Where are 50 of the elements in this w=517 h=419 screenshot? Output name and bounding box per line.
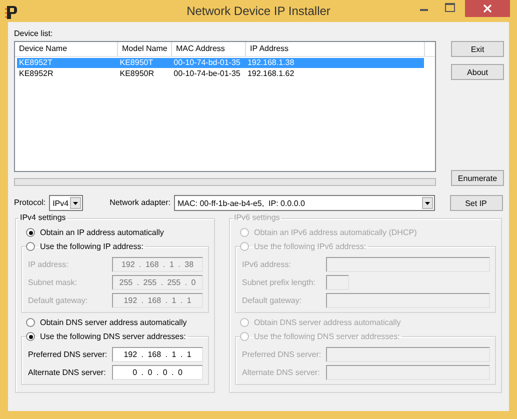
radio-button[interactable]: Use the following DNS server addresses: — [26, 331, 186, 342]
column-header[interactable]: Device Name — [15, 42, 118, 56]
adapter-dropdown[interactable]: MAC: 00-ff-1b-ae-b4-e5, IP: 0.0.0.0 — [174, 195, 434, 211]
group-title: IPv6 settings — [234, 213, 280, 222]
field-label: Network adapter: — [110, 197, 170, 209]
radio-circle[interactable] — [26, 228, 35, 237]
radio-button[interactable]: Obtain DNS server address automatically — [26, 317, 187, 328]
field-label: IP address: — [28, 260, 70, 268]
ip-field[interactable]: 0 . 0 . 0 . 0 — [112, 364, 203, 380]
column-header[interactable]: IP Address — [246, 42, 425, 56]
device-list[interactable]: Device Name Model Name MAC Address IP Address KE8952T KE8950T 00-10-74-bd-01-35 192.168.1.38 KE8952R KE8950R 00-10-74-be-01-35 192.168.1.62 — [14, 41, 436, 172]
button[interactable]: Exit — [451, 41, 504, 57]
field-label: Preferred DNS server: — [28, 350, 108, 358]
field-label: Alternate DNS server: — [28, 368, 107, 376]
radio-circle[interactable] — [26, 332, 35, 341]
field-label: Subnet mask: — [28, 278, 78, 286]
field-label: Default gateway: — [242, 296, 303, 304]
protocol-dropdown[interactable]: IPv4 — [48, 195, 83, 211]
field-label: Protocol: — [14, 197, 46, 209]
column-header[interactable]: Model Name — [118, 42, 172, 56]
set-ip-button[interactable]: Set IP — [450, 195, 502, 211]
table-cell-text: 192.168.1.38 — [246, 58, 296, 68]
table-row[interactable]: KE8952R KE8950R 00-10-74-be-01-35 192.168.1.62 — [17, 69, 424, 79]
field-label: Subnet prefix length: — [242, 278, 316, 286]
caret-icon — [72, 202, 78, 204]
close-button[interactable] — [465, 0, 510, 17]
caret-icon — [424, 202, 430, 204]
list-label: Device list: — [14, 28, 54, 40]
app-icon — [5, 5, 18, 19]
table-cell-text: KE8952T — [18, 58, 54, 68]
group-title: IPv4 settings — [20, 213, 66, 222]
field-label: Default gateway: — [28, 296, 89, 304]
table-cell-text: KE8952R — [18, 69, 54, 79]
radio-circle[interactable] — [26, 318, 35, 327]
table-cell-text: 00-10-74-bd-01-35 — [172, 58, 242, 68]
table-cell-text: 00-10-74-be-01-35 — [172, 69, 242, 79]
radio-circle[interactable] — [26, 242, 35, 251]
field-label: Alternate DNS server: — [242, 368, 321, 376]
radio-button[interactable]: Use the following IP address: — [26, 241, 144, 252]
table-cell-text: KE8950T — [118, 58, 154, 68]
column-header[interactable]: MAC Address — [172, 42, 246, 56]
field-label: Preferred DNS server: — [242, 350, 322, 358]
table-cell-text: 192.168.1.62 — [246, 69, 296, 79]
ip-field[interactable]: 192 . 168 . 1 . 1 — [112, 346, 203, 362]
field-label: IPv6 address: — [242, 260, 292, 268]
radio-button[interactable]: Obtain an IP address automatically — [26, 227, 164, 238]
button[interactable]: About — [451, 64, 504, 80]
enumerate-button[interactable]: Enumerate — [451, 170, 504, 186]
window-title: Network Device IP Installer — [186, 4, 330, 18]
table-cell-text: KE8950R — [118, 69, 155, 79]
